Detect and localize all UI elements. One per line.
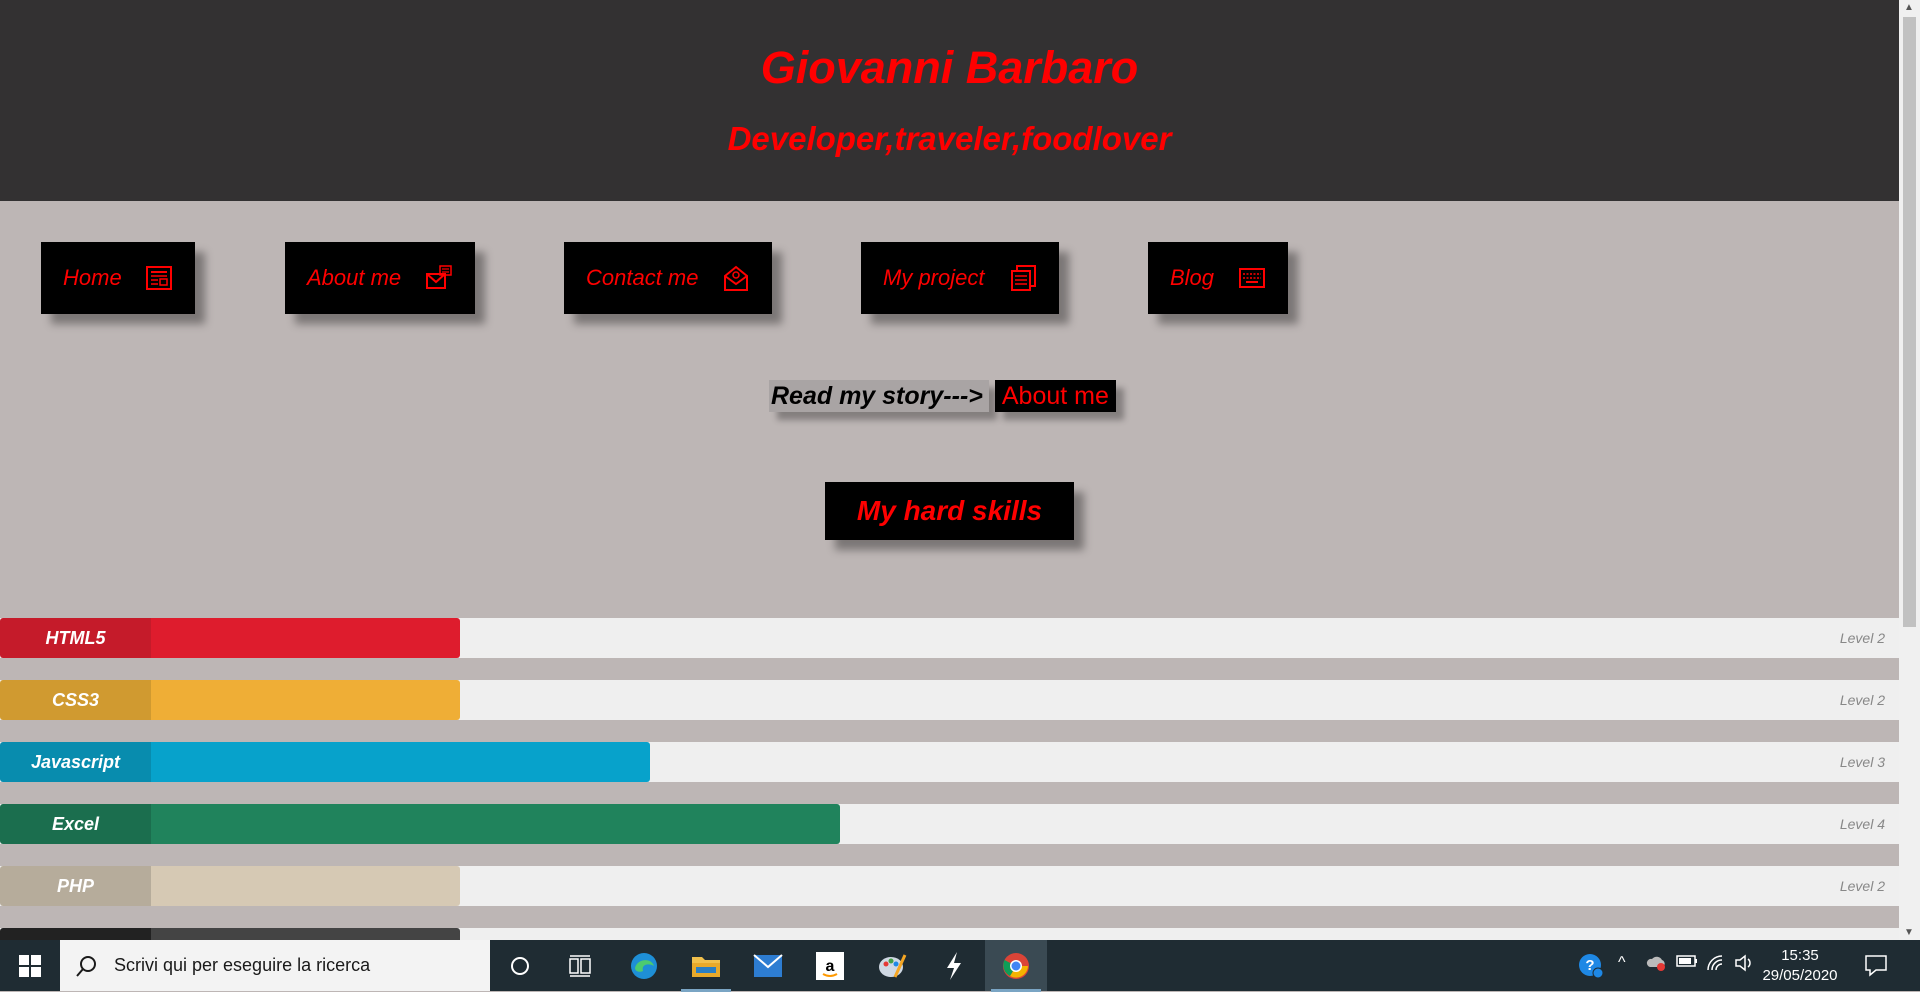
about-me-link[interactable]: About me xyxy=(994,380,1116,412)
windows-taskbar: Scrivi qui per eseguire la ricerca a ? ^ xyxy=(0,940,1920,992)
nav-contact-label: Contact me xyxy=(586,265,699,290)
battery-icon[interactable] xyxy=(1676,954,1698,973)
skill-level-label: Level 3 xyxy=(1839,754,1885,770)
mail-app-icon[interactable] xyxy=(750,948,786,984)
skill-name: CSS3 xyxy=(0,680,151,720)
scroll-thumb[interactable] xyxy=(1903,17,1916,627)
taskbar-clock[interactable]: 15:35 29/05/2020 xyxy=(1760,946,1840,986)
search-placeholder: Scrivi qui per eseguire la ricerca xyxy=(114,955,371,975)
nav-project-button[interactable]: My project xyxy=(861,242,1059,314)
clock-time: 15:35 xyxy=(1781,947,1819,964)
nav-home-label: Home xyxy=(63,265,122,290)
skill-name: MYSQL xyxy=(0,928,151,940)
skill-bar: Excel Level 4 xyxy=(0,804,1899,844)
skill-name: Excel xyxy=(0,804,151,844)
start-button[interactable] xyxy=(0,940,60,991)
skill-bar: HTML5 Level 2 xyxy=(0,618,1899,658)
skill-bar: PHP Level 2 xyxy=(0,866,1899,906)
skill-level-fill xyxy=(151,680,460,720)
nav-about-button[interactable]: About me xyxy=(285,242,475,314)
scroll-up-arrow-icon[interactable]: ▲ xyxy=(1904,2,1914,13)
amazon-app-icon[interactable]: a xyxy=(812,948,848,984)
search-icon xyxy=(76,955,96,977)
nav-home-button[interactable]: Home xyxy=(41,242,195,314)
site-subtitle: Developer,traveler,foodlover xyxy=(727,120,1172,157)
skill-level-fill xyxy=(151,928,460,940)
site-header: Giovanni Barbaro Developer,traveler,food… xyxy=(0,0,1899,201)
keyboard-icon xyxy=(1238,264,1266,292)
skill-level-fill xyxy=(151,804,840,844)
nav-project-label: My project xyxy=(883,265,985,290)
show-hidden-icons-icon[interactable]: ^ xyxy=(1618,954,1626,972)
skill-bar: Javascript Level 3 xyxy=(0,742,1899,782)
windows-logo-icon xyxy=(19,954,41,977)
skill-bar: MYSQL xyxy=(0,928,1899,940)
chrome-browser-icon[interactable] xyxy=(991,948,1041,992)
skill-level-label: Level 2 xyxy=(1839,692,1885,708)
skill-level-fill xyxy=(151,866,460,906)
hard-skills-button[interactable]: My hard skills xyxy=(825,482,1074,540)
story-line: Read my story---> About me xyxy=(769,380,1116,412)
story-text: Read my story---> xyxy=(769,380,989,412)
notification-center-icon[interactable] xyxy=(1864,953,1888,982)
skill-level-label: Level 2 xyxy=(1839,878,1885,894)
site-title: Giovanni Barbaro xyxy=(760,42,1139,93)
skill-name: PHP xyxy=(0,866,151,906)
wifi-icon[interactable] xyxy=(1706,954,1726,977)
nav-about-label: About me xyxy=(307,265,402,290)
skill-level-fill xyxy=(151,742,650,782)
svg-text:a: a xyxy=(826,958,835,975)
task-view-icon[interactable] xyxy=(562,948,598,984)
skill-name: Javascript xyxy=(0,742,151,782)
skill-name: HTML5 xyxy=(0,618,151,658)
cortana-icon[interactable] xyxy=(502,948,538,984)
nav-blog-button[interactable]: Blog xyxy=(1148,242,1288,314)
lightning-app-icon[interactable] xyxy=(936,948,972,984)
documents-icon xyxy=(1009,264,1037,292)
page-scrollbar[interactable]: ▲ ▼ xyxy=(1899,0,1920,940)
nav-blog-label: Blog xyxy=(1170,265,1215,290)
onedrive-error-icon[interactable] xyxy=(1646,954,1668,977)
file-explorer-icon[interactable] xyxy=(681,948,731,992)
skill-bar: CSS3 Level 2 xyxy=(0,680,1899,720)
skill-level-label: Level 2 xyxy=(1839,630,1885,646)
browser-viewport: Giovanni Barbaro Developer,traveler,food… xyxy=(0,0,1899,940)
skill-level-label: Level 4 xyxy=(1839,816,1885,832)
paint-app-icon[interactable] xyxy=(874,948,910,984)
edge-browser-icon[interactable] xyxy=(626,948,662,984)
mail-person-icon xyxy=(425,264,453,292)
clock-date: 29/05/2020 xyxy=(1762,967,1838,984)
skill-level-fill xyxy=(151,618,460,658)
nav-contact-button[interactable]: Contact me xyxy=(564,242,772,314)
newspaper-icon xyxy=(145,264,173,292)
taskbar-search-box[interactable]: Scrivi qui per eseguire la ricerca xyxy=(60,940,490,991)
volume-icon[interactable] xyxy=(1734,954,1754,977)
envelope-icon xyxy=(722,264,750,292)
scroll-down-arrow-icon[interactable]: ▼ xyxy=(1904,927,1914,938)
help-icon[interactable]: ? xyxy=(1573,948,1609,984)
